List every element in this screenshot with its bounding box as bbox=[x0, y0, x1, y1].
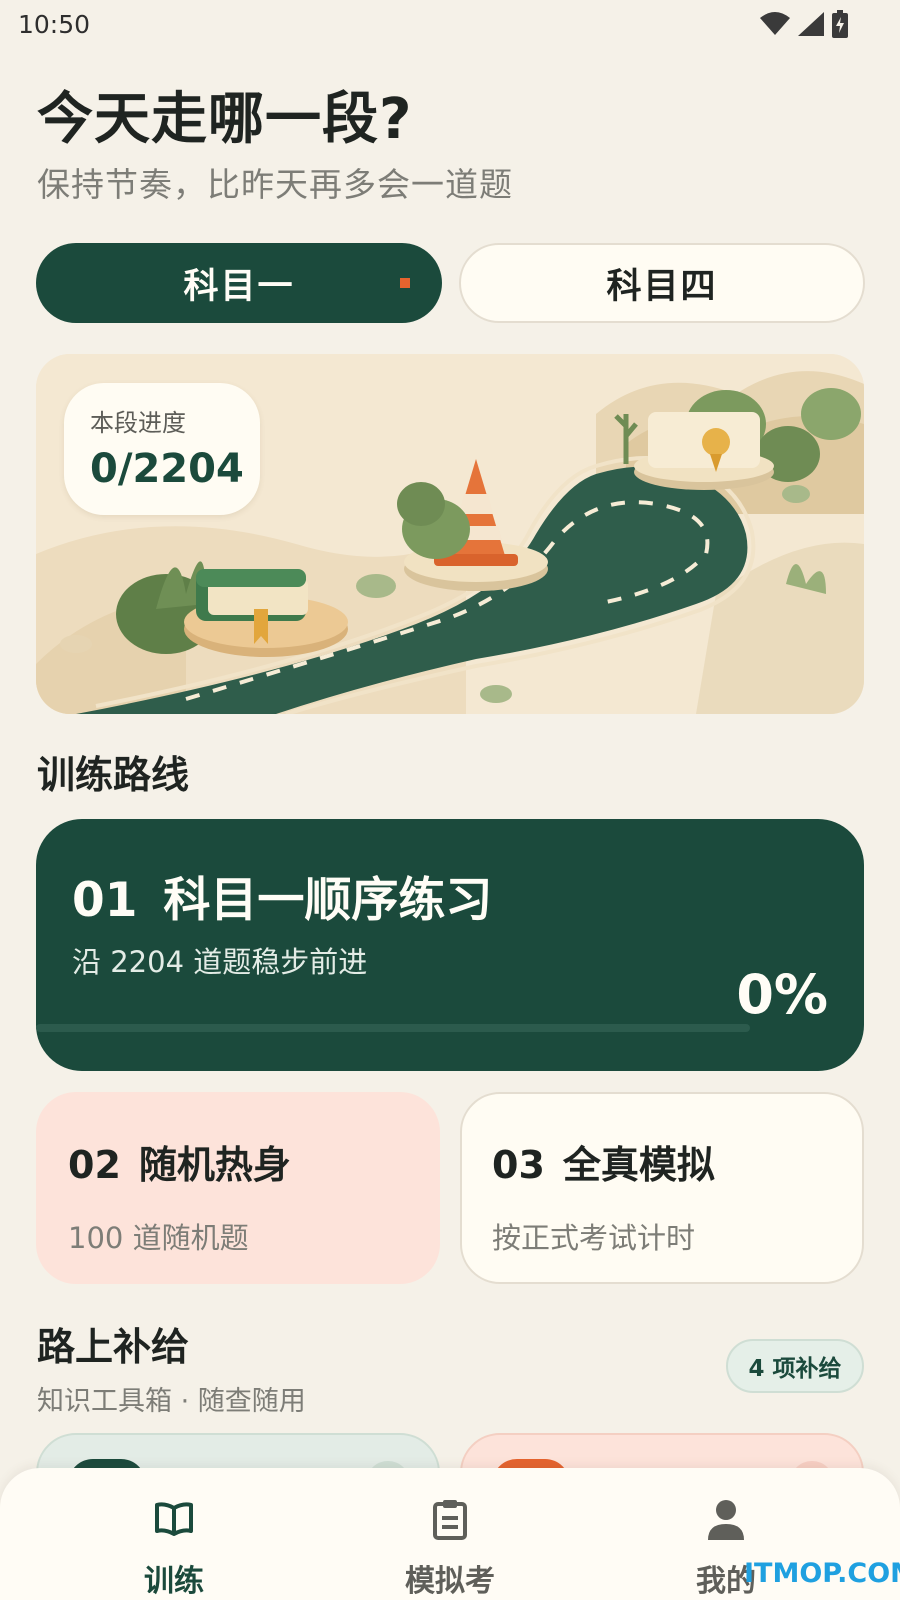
page-title: 今天走哪一段? bbox=[37, 87, 413, 152]
supplies-subtitle: 知识工具箱 · 随查随用 bbox=[37, 1386, 306, 1417]
route-number: 01 bbox=[72, 873, 138, 928]
sequential-practice-card[interactable]: 01 科目一顺序练习 沿 2204 道题稳步前进 0% bbox=[36, 819, 864, 1071]
status-icons bbox=[760, 10, 848, 38]
tab-subject-four[interactable]: 科目四 bbox=[459, 243, 865, 323]
random-warmup-card[interactable]: 02 随机热身 100 道随机题 bbox=[36, 1092, 440, 1284]
nav-label: 模拟考 bbox=[405, 1564, 495, 1599]
route-title: 随机热身 bbox=[138, 1143, 291, 1187]
progress-chip: 本段进度 0/2204 bbox=[64, 383, 260, 515]
supplies-section-title: 路上补给 bbox=[37, 1325, 190, 1369]
route-card-title: 02 随机热身 bbox=[68, 1134, 440, 1189]
clipboard-icon bbox=[432, 1496, 468, 1542]
battery-charging-icon bbox=[832, 10, 848, 38]
route-progress-bar bbox=[36, 1024, 750, 1032]
route-subtitle: 沿 2204 道题稳步前进 bbox=[72, 945, 368, 979]
mock-exam-card[interactable]: 03 全真模拟 按正式考试计时 bbox=[460, 1092, 864, 1284]
nav-item-training[interactable]: 训练 bbox=[24, 1468, 324, 1600]
route-number: 03 bbox=[492, 1143, 545, 1187]
route-title: 科目一顺序练习 bbox=[163, 873, 493, 928]
active-indicator-dot bbox=[400, 278, 410, 288]
tab-subject-four-label: 科目四 bbox=[606, 266, 718, 307]
supplies-count-badge: 4 项补给 bbox=[726, 1339, 864, 1393]
route-title: 全真模拟 bbox=[562, 1143, 715, 1187]
nav-item-mock-exam[interactable]: 模拟考 bbox=[300, 1468, 600, 1600]
route-percent: 0% bbox=[736, 963, 828, 1026]
page-subtitle: 保持节奏，比昨天再多会一道题 bbox=[37, 165, 513, 204]
progress-banner: 本段进度 0/2204 bbox=[36, 354, 864, 714]
route-subtitle: 按正式考试计时 bbox=[492, 1221, 696, 1255]
signal-icon bbox=[798, 12, 824, 36]
training-section-title: 训练路线 bbox=[37, 753, 190, 797]
wifi-icon bbox=[760, 12, 790, 35]
progress-value: 0/2204 bbox=[90, 446, 244, 492]
person-icon bbox=[706, 1496, 746, 1542]
nav-label: 训练 bbox=[144, 1564, 204, 1599]
route-main-title: 01 科目一顺序练习 bbox=[72, 861, 492, 930]
watermark: ITMOP.COM bbox=[744, 1558, 900, 1589]
route-subtitle: 100 道随机题 bbox=[68, 1221, 249, 1255]
status-time: 10:50 bbox=[18, 9, 91, 39]
progress-label: 本段进度 bbox=[90, 409, 186, 437]
route-card-title: 03 全真模拟 bbox=[492, 1134, 862, 1189]
open-book-icon bbox=[155, 1496, 193, 1542]
route-number: 02 bbox=[68, 1143, 121, 1187]
status-bar: 10:50 bbox=[0, 0, 900, 48]
tab-subject-one[interactable]: 科目一 bbox=[36, 243, 442, 323]
tab-subject-one-label: 科目一 bbox=[183, 266, 295, 307]
